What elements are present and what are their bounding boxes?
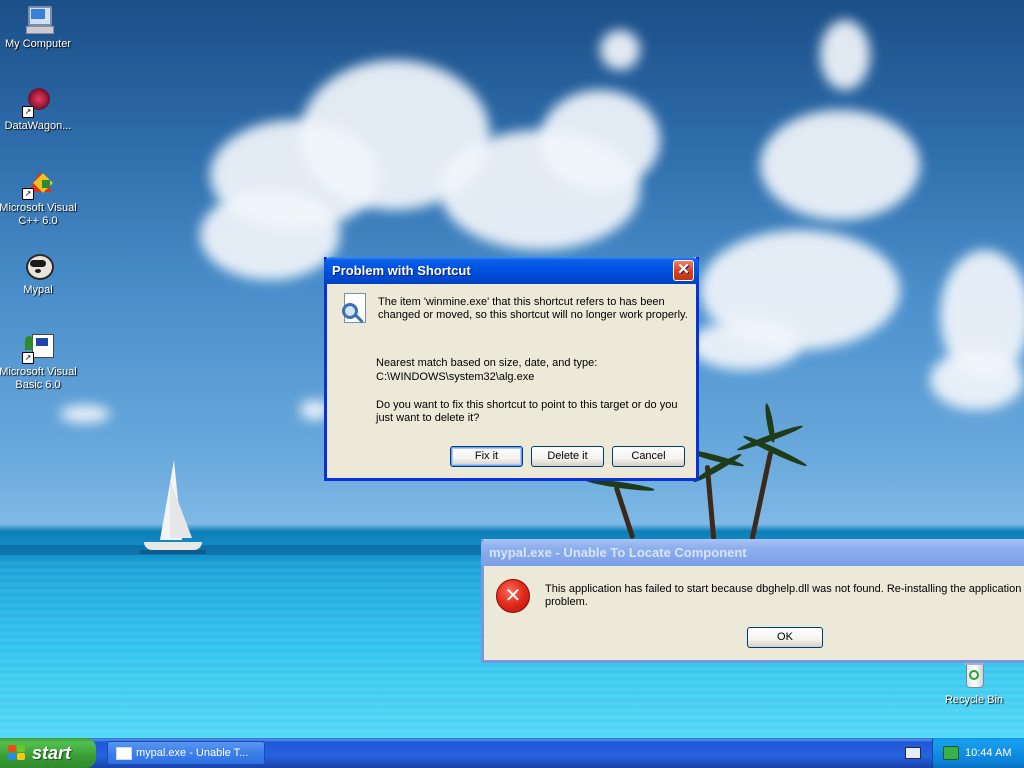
start-button[interactable]: start [0,738,96,768]
fix-it-button[interactable]: Fix it [450,446,523,467]
sailboat [140,460,210,560]
desktop-icon-datawagon[interactable]: ↗ DataWagon... [0,86,78,133]
shortcut-arrow-icon: ↗ [22,106,34,118]
match-path: C:\WINDOWS\system32\alg.exe [376,371,535,383]
shortcut-dialog-title: Problem with Shortcut [332,263,471,278]
windows-logo-icon [8,745,26,761]
cloud [690,320,800,370]
error-dialog-titlebar[interactable]: mypal.exe - Unable To Locate Component [481,539,1024,566]
error-dialog: mypal.exe - Unable To Locate Component ✕… [481,539,1024,663]
cloud [820,20,870,90]
shortcut-dialog: Problem with Shortcut ✕ The item 'winmin… [324,257,699,481]
ok-button[interactable]: OK [747,627,823,648]
cancel-button[interactable]: Cancel [612,446,685,467]
taskbar: start mypal.exe - Unable T... 10:44 AM [0,738,1024,768]
system-tray: 10:44 AM [932,738,1024,768]
shortcut-message-line1: The item 'winmine.exe' that this shortcu… [378,296,665,308]
desktop-icon-my-computer[interactable]: My Computer [0,4,78,51]
shortcut-arrow-icon: ↗ [22,188,34,200]
cloud [930,350,1024,410]
error-message-line1: This application has failed to start bec… [545,583,1024,595]
cloud [60,405,110,423]
question-line2: just want to delete it? [376,412,480,424]
network-icon[interactable] [943,746,959,760]
error-dialog-title: mypal.exe - Unable To Locate Component [489,545,747,560]
error-message-line2: problem. [545,596,588,608]
desktop-icon-mypal[interactable]: Mypal [0,250,78,297]
keyboard-icon[interactable] [905,747,921,759]
taskbar-button-mypal[interactable]: mypal.exe - Unable T... [107,741,265,765]
desktop-icon-label: My Computer [4,38,72,50]
delete-it-button[interactable]: Delete it [531,446,604,467]
cloud [760,110,920,220]
recycle-bin-icon [958,660,990,692]
desktop-icon-visual-basic[interactable]: ↗ Microsoft Visual Basic 6.0 [0,332,78,392]
cloud [540,90,660,190]
document-search-icon [340,293,370,325]
shortcut-arrow-icon: ↗ [22,352,34,364]
desktop-icon-visual-cpp[interactable]: ↗ Microsoft Visual C++ 6.0 [0,168,78,228]
clock[interactable]: 10:44 AM [965,738,1011,768]
cloud [200,190,340,280]
desktop-icon-label: Mypal [23,284,53,296]
desktop-icon-recycle-bin[interactable]: Recycle Bin [934,660,1014,707]
window-icon [116,747,132,760]
taskbar-button-label: mypal.exe - Unable T... [136,747,249,759]
datawagon-icon: ↗ [22,86,54,118]
desktop-icon-label: Microsoft Visual Basic 6.0 [0,366,77,391]
visual-basic-icon: ↗ [22,332,54,364]
close-button[interactable]: ✕ [673,260,694,281]
shortcut-dialog-titlebar[interactable]: Problem with Shortcut ✕ [324,257,699,284]
cloud [600,30,640,70]
mypal-icon [22,250,54,282]
desktop-icon-label: Microsoft Visual C++ 6.0 [0,202,77,227]
close-icon: ✕ [677,261,690,278]
question-line1: Do you want to fix this shortcut to poin… [376,399,678,411]
shortcut-message-line2: changed or moved, so this shortcut will … [378,309,688,321]
desktop-icon-label: Recycle Bin [944,694,1004,706]
start-label: start [32,743,72,763]
visual-cpp-icon: ↗ [22,168,54,200]
desktop-icon-label: DataWagon... [4,120,72,132]
my-computer-icon [22,4,54,36]
error-glyph: ✕ [504,583,522,607]
match-label: Nearest match based on size, date, and t… [376,357,598,369]
error-icon: ✕ [496,579,530,613]
